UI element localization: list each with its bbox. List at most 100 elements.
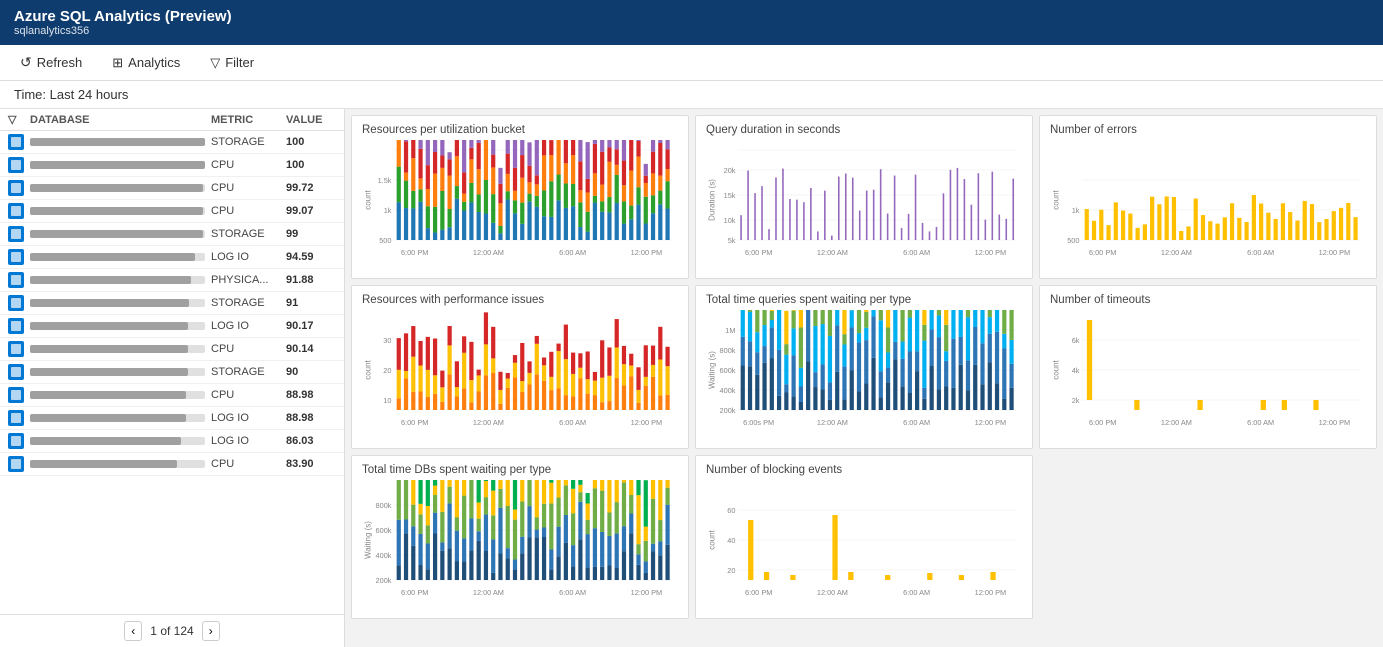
table-row[interactable]: CPU 88.98	[0, 384, 344, 407]
svg-text:2k: 2k	[1072, 397, 1080, 405]
db-bar	[30, 368, 188, 376]
total-queries-svg: Waiting (s) 200k 400k 600k 800k 1M 6:00s…	[706, 310, 1022, 430]
chart-resources-utilization-title: Resources per utilization bucket	[362, 124, 678, 136]
value-cell: 88.98	[286, 389, 336, 401]
db-bar-container	[30, 345, 205, 353]
table-row[interactable]: CPU 90.14	[0, 338, 344, 361]
table-row[interactable]: STORAGE 99	[0, 223, 344, 246]
db-icon	[8, 157, 24, 173]
chart-resources-issues: Resources with performance issues count …	[351, 285, 689, 449]
filter-button[interactable]: ▽ Filter	[204, 52, 260, 74]
svg-text:6:00 AM: 6:00 AM	[903, 249, 930, 257]
svg-text:6:00 AM: 6:00 AM	[903, 589, 930, 597]
table-row[interactable]: LOG IO 86.03	[0, 430, 344, 453]
table-row[interactable]: LOG IO 90.17	[0, 315, 344, 338]
svg-text:6:00s PM: 6:00s PM	[743, 419, 774, 427]
svg-text:6:00 PM: 6:00 PM	[745, 589, 772, 597]
svg-text:12:00 PM: 12:00 PM	[1319, 249, 1351, 257]
main-content: DATABASE FLEET OVERVIEW ▽ DATABASE METRI…	[0, 109, 1383, 647]
db-bar	[30, 161, 205, 169]
svg-text:12:00 AM: 12:00 AM	[817, 419, 848, 427]
svg-text:12:00 PM: 12:00 PM	[975, 249, 1007, 257]
table-row[interactable]: CPU 100	[0, 154, 344, 177]
svg-text:count: count	[1051, 360, 1060, 380]
db-bar	[30, 437, 181, 445]
table-row[interactable]: LOG IO 94.59	[0, 246, 344, 269]
db-bar-container	[30, 322, 205, 330]
db-bar	[30, 345, 188, 353]
next-page-button[interactable]: ›	[202, 621, 220, 641]
svg-text:6:00 AM: 6:00 AM	[903, 419, 930, 427]
value-cell: 90.14	[286, 343, 336, 355]
table-row[interactable]: CPU 83.90	[0, 453, 344, 476]
db-icon	[8, 318, 24, 334]
value-cell: 91.88	[286, 274, 336, 286]
analytics-icon: ⊞	[112, 55, 123, 71]
db-bar-container	[30, 437, 205, 445]
db-bar	[30, 230, 203, 238]
metric-cell: LOG IO	[211, 435, 286, 447]
table-row[interactable]: CPU 99.07	[0, 200, 344, 223]
db-icon	[8, 410, 24, 426]
svg-text:15k: 15k	[724, 192, 736, 200]
value-cell: 99.72	[286, 182, 336, 194]
metric-cell: CPU	[211, 205, 286, 217]
value-cell: 91	[286, 297, 336, 309]
metric-cell: LOG IO	[211, 412, 286, 424]
table-filter-icon[interactable]: ▽	[8, 114, 16, 126]
table-row[interactable]: STORAGE 91	[0, 292, 344, 315]
db-bar	[30, 138, 205, 146]
chart-resources-utilization-area: count 500 1k 1.5k 6:00 PM 12:00 AM 6:00 …	[362, 140, 678, 270]
app-title: Azure SQL Analytics (Preview)	[14, 8, 1369, 25]
db-bar-container	[30, 368, 205, 376]
metric-cell: STORAGE	[211, 228, 286, 240]
table-row[interactable]: STORAGE 100	[0, 131, 344, 154]
chart-total-queries-waiting-area: Waiting (s) 200k 400k 600k 800k 1M 6:00s…	[706, 310, 1022, 440]
svg-text:500: 500	[379, 237, 391, 245]
svg-text:Waiting (s): Waiting (s)	[363, 521, 372, 559]
svg-text:12:00 PM: 12:00 PM	[975, 419, 1007, 427]
table-row[interactable]: PHYSICA... 91.88	[0, 269, 344, 292]
refresh-button[interactable]: ↺ Refresh	[14, 51, 88, 74]
chart-number-blocking-area: count 20 40 60 6:00 PM 12:00 AM 6:00 AM …	[706, 480, 1022, 610]
metric-cell: CPU	[211, 343, 286, 355]
db-icon	[8, 203, 24, 219]
svg-text:count: count	[363, 360, 372, 380]
svg-text:6:00 PM: 6:00 PM	[401, 249, 428, 257]
app-subtitle: sqlanalytics356	[14, 25, 1369, 37]
svg-text:12:00 PM: 12:00 PM	[631, 249, 663, 257]
svg-text:10k: 10k	[724, 217, 736, 225]
db-bar-container	[30, 414, 205, 422]
metric-cell: CPU	[211, 389, 286, 401]
table-row[interactable]: LOG IO 88.98	[0, 407, 344, 430]
svg-text:12:00 AM: 12:00 AM	[473, 249, 504, 257]
analytics-button[interactable]: ⊞ Analytics	[106, 52, 186, 74]
svg-text:12:00 AM: 12:00 AM	[1161, 249, 1192, 257]
total-pages: 124	[174, 624, 194, 638]
current-page: 1	[150, 624, 157, 638]
svg-text:60: 60	[727, 507, 735, 515]
svg-text:800k: 800k	[376, 502, 392, 510]
table-row[interactable]: CPU 99.72	[0, 177, 344, 200]
svg-text:6:00 AM: 6:00 AM	[559, 249, 586, 257]
svg-text:6:00 AM: 6:00 AM	[1247, 249, 1274, 257]
number-blocking-svg: count 20 40 60 6:00 PM 12:00 AM 6:00 AM …	[706, 480, 1022, 600]
svg-text:12:00 AM: 12:00 AM	[1161, 419, 1192, 427]
svg-text:12:00 AM: 12:00 AM	[473, 419, 504, 427]
svg-text:800k: 800k	[720, 347, 736, 355]
svg-text:6:00 PM: 6:00 PM	[401, 589, 428, 597]
svg-text:400k: 400k	[720, 387, 736, 395]
svg-text:Waiting (s): Waiting (s)	[707, 351, 716, 389]
prev-page-button[interactable]: ‹	[124, 621, 142, 641]
value-cell: 100	[286, 136, 336, 148]
svg-text:200k: 200k	[376, 577, 392, 585]
metric-col-header: METRIC	[211, 114, 286, 126]
db-bar-container	[30, 460, 205, 468]
total-dbs-svg: Waiting (s) 200k 400k 600k 800k 6:00 PM …	[362, 480, 678, 600]
db-bar	[30, 184, 203, 192]
refresh-label: Refresh	[37, 55, 83, 70]
number-errors-svg: count 500 1k 6:00 PM 12:00 AM 6:00 AM 12…	[1050, 140, 1366, 260]
value-cell: 83.90	[286, 458, 336, 470]
table-row[interactable]: STORAGE 90	[0, 361, 344, 384]
svg-text:20: 20	[383, 367, 391, 375]
